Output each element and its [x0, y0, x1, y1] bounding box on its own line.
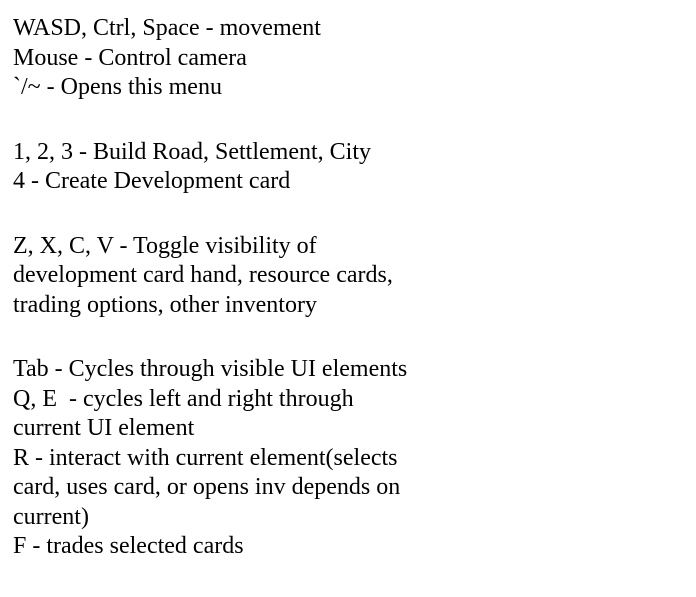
control-line-tab-cycle: Tab - Cycles through visible UI elements — [13, 356, 408, 382]
ui-navigation-controls-section: Tab - Cycles through visible UI elements… — [13, 355, 483, 562]
control-line-camera: Mouse - Control camera — [13, 44, 247, 71]
control-line-toggle-visibility-cont-2: trading options, other inventory — [13, 291, 317, 318]
control-line-interact-cont-1: card, uses card, or opens inv depends on — [13, 474, 401, 500]
build-controls-section: 1, 2, 3 - Build Road, Settlement, City 4… — [13, 138, 483, 197]
control-line-build: 1, 2, 3 - Build Road, Settlement, City — [13, 138, 371, 165]
control-line-qe-cycle-cont: current UI element — [13, 415, 195, 441]
control-line-movement: WASD, Ctrl, Space - movement — [13, 15, 321, 41]
control-line-toggle-visibility: Z, X, C, V - Toggle visibility of — [13, 232, 317, 259]
controls-help-menu: WASD, Ctrl, Space - movement Mouse - Con… — [13, 14, 483, 597]
control-line-development-card: 4 - Create Development card — [13, 168, 291, 194]
control-line-trade: F - trades selected cards — [13, 533, 244, 559]
control-line-interact: R - interact with current element(select… — [13, 444, 398, 471]
movement-controls-section: WASD, Ctrl, Space - movement Mouse - Con… — [13, 14, 483, 103]
control-line-qe-cycle: Q, E - cycles left and right through — [13, 385, 354, 412]
visibility-controls-section: Z, X, C, V - Toggle visibility of develo… — [13, 232, 483, 321]
control-line-toggle-visibility-cont-1: development card hand, resource cards, — [13, 262, 393, 288]
control-line-interact-cont-2: current) — [13, 503, 89, 530]
control-line-open-menu: `/~ - Opens this menu — [13, 74, 222, 100]
